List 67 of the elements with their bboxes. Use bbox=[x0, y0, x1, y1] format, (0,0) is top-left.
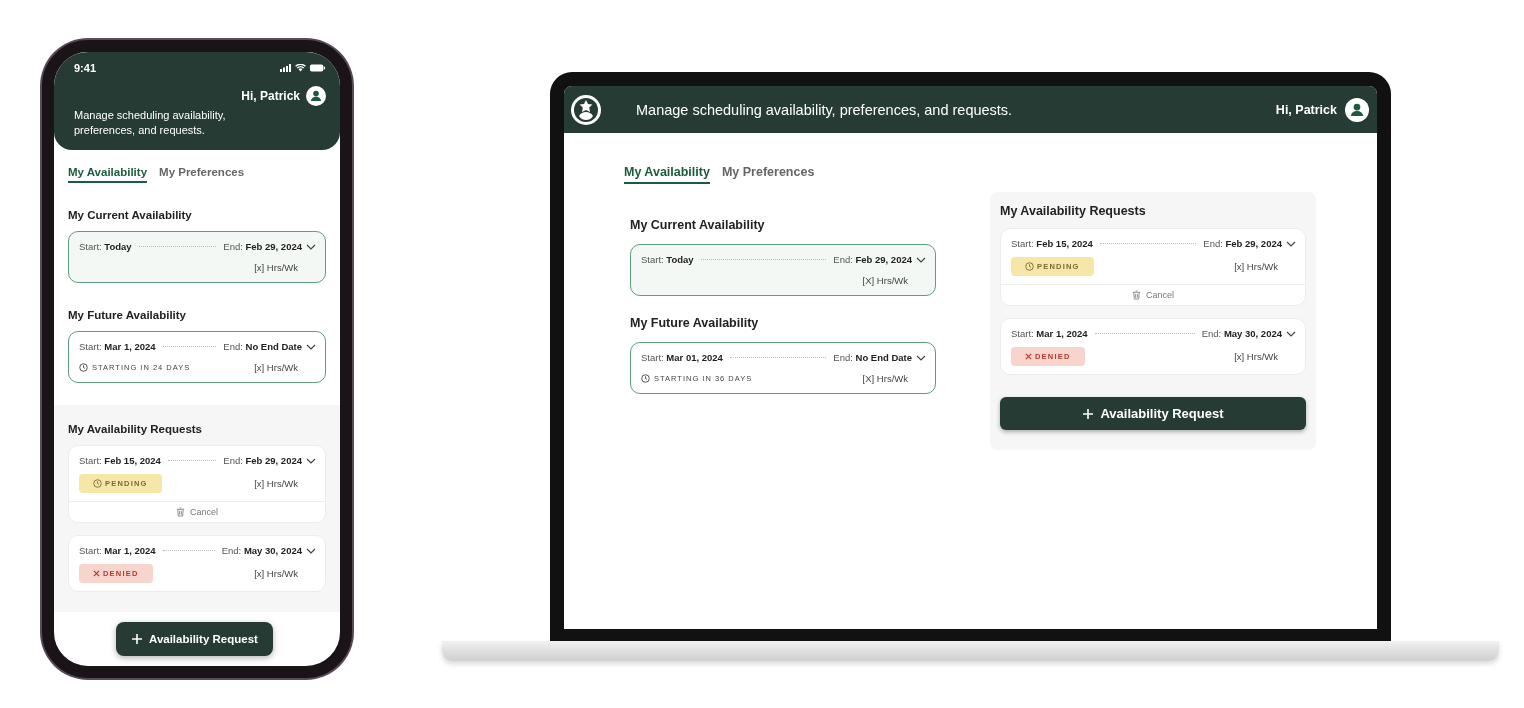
chevron-down-icon[interactable] bbox=[306, 343, 316, 350]
tab[interactable]: My Preferences bbox=[721, 165, 815, 184]
end-date: End: May 30, 2024 bbox=[221, 545, 302, 556]
start-date: Start: Today bbox=[641, 254, 694, 265]
end-date: End: Feb 29, 2024 bbox=[833, 254, 912, 265]
start-date: Start: Mar 01, 2024 bbox=[641, 352, 723, 363]
section-title: My Current Availability bbox=[630, 218, 766, 232]
cancel-button[interactable]: Cancel bbox=[1132, 290, 1174, 300]
end-date: End: No End Date bbox=[833, 352, 912, 363]
hours-per-week: [x] Hrs/Wk bbox=[254, 568, 298, 579]
cancel-button[interactable]: Cancel bbox=[176, 507, 218, 517]
start-date: Start: Mar 1, 2024 bbox=[79, 545, 156, 556]
x-icon bbox=[93, 570, 100, 577]
chevron-down-icon[interactable] bbox=[306, 547, 316, 554]
page-description: Manage scheduling availability, preferences, and requests. bbox=[636, 101, 1014, 118]
tab[interactable]: My Preferences bbox=[159, 166, 245, 183]
tab[interactable]: My Availability bbox=[68, 166, 148, 183]
end-date: End: May 30, 2024 bbox=[1201, 328, 1282, 339]
greeting: Hi, Patrick bbox=[241, 89, 300, 103]
avatar-icon[interactable] bbox=[1345, 97, 1369, 122]
greeting: Hi, Patrick bbox=[1275, 102, 1337, 117]
add-request-button[interactable]: Availability Request bbox=[116, 622, 273, 656]
hours-per-week: [x] Hrs/Wk bbox=[254, 361, 298, 373]
plus-icon bbox=[1082, 407, 1095, 420]
add-request-button[interactable]: Availability Request bbox=[1000, 397, 1306, 430]
hours-per-week: [x] Hrs/Wk bbox=[254, 261, 298, 273]
chevron-down-icon[interactable] bbox=[1286, 330, 1296, 337]
battery-icon bbox=[309, 64, 326, 72]
section-title: My Availability Requests bbox=[68, 423, 203, 435]
chevron-down-icon[interactable] bbox=[306, 457, 316, 464]
x-icon bbox=[1025, 353, 1032, 360]
clock-icon bbox=[93, 479, 102, 488]
trash-icon bbox=[1132, 290, 1141, 300]
hours-per-week: [x] Hrs/Wk bbox=[1234, 351, 1278, 362]
hours-per-week: [X] Hrs/Wk bbox=[862, 372, 908, 384]
signal-icon bbox=[280, 64, 292, 72]
wifi-icon bbox=[295, 64, 306, 72]
clock-icon bbox=[1025, 262, 1034, 271]
trash-icon bbox=[176, 507, 185, 517]
status-time: 9:41 bbox=[74, 62, 97, 74]
section-title: My Current Availability bbox=[68, 209, 193, 221]
end-date: End: Feb 29, 2024 bbox=[223, 455, 302, 466]
tab[interactable]: My Availability bbox=[624, 165, 710, 184]
chevron-down-icon[interactable] bbox=[916, 354, 926, 361]
section-title: My Future Availability bbox=[68, 309, 187, 321]
clock-icon bbox=[79, 362, 88, 372]
hours-per-week: [X] Hrs/Wk bbox=[862, 274, 908, 286]
section-title: My Availability Requests bbox=[1000, 204, 1147, 218]
plus-icon bbox=[131, 633, 143, 645]
start-date: Start: Mar 1, 2024 bbox=[1011, 328, 1088, 339]
end-date: End: Feb 29, 2024 bbox=[1203, 238, 1282, 249]
end-date: End: Feb 29, 2024 bbox=[223, 241, 302, 252]
start-date: Start: Today bbox=[79, 241, 132, 252]
page-description: Manage scheduling availability, preferences, and requests. bbox=[74, 108, 227, 138]
hours-per-week: [x] Hrs/Wk bbox=[254, 478, 298, 489]
chevron-down-icon[interactable] bbox=[1286, 240, 1296, 247]
avatar-icon[interactable] bbox=[306, 86, 326, 106]
end-date: End: No End Date bbox=[223, 341, 302, 352]
clock-icon bbox=[641, 373, 650, 383]
start-date: Start: Feb 15, 2024 bbox=[79, 455, 161, 466]
hours-per-week: [x] Hrs/Wk bbox=[1234, 261, 1278, 272]
start-date: Start: Mar 1, 2024 bbox=[79, 341, 156, 352]
chevron-down-icon[interactable] bbox=[306, 243, 316, 250]
start-date: Start: Feb 15, 2024 bbox=[1011, 238, 1093, 249]
chevron-down-icon[interactable] bbox=[916, 256, 926, 263]
round-logo-icon bbox=[570, 93, 602, 126]
section-title: My Future Availability bbox=[630, 316, 760, 330]
